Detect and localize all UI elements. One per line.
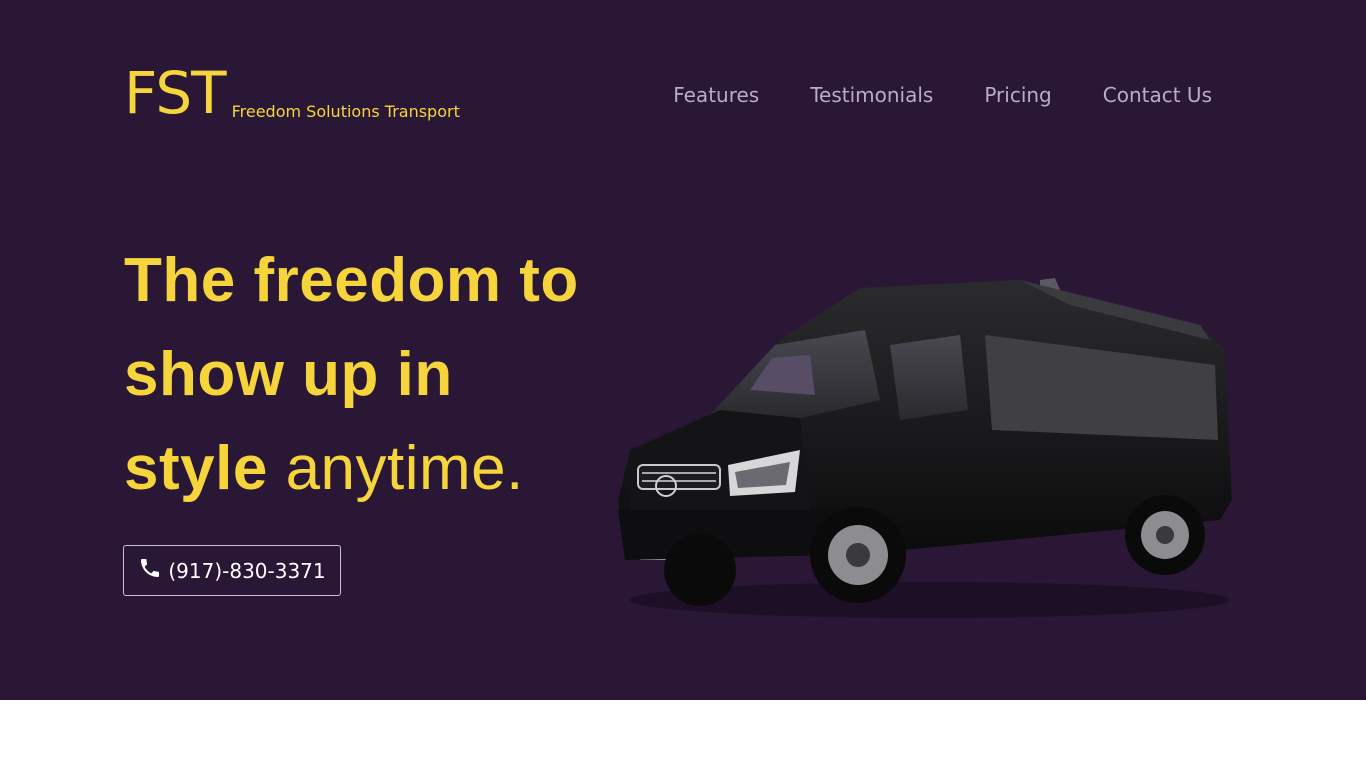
phone-icon (138, 556, 162, 585)
hero-section: FST Freedom Solutions Transport Features… (0, 0, 1366, 700)
below-fold-section (0, 700, 1366, 768)
logo-subtitle: Freedom Solutions Transport (231, 102, 460, 121)
headline-line-2: show up in (124, 340, 453, 409)
logo[interactable]: FST Freedom Solutions Transport (124, 62, 460, 124)
headline-line-3-light: anytime. (285, 434, 524, 503)
phone-number: (917)-830-3371 (168, 558, 326, 583)
nav-link-contact-us[interactable]: Contact Us (1103, 82, 1212, 108)
van-image (600, 270, 1240, 634)
main-nav: Features Testimonials Pricing Contact Us (673, 82, 1212, 108)
nav-link-testimonials[interactable]: Testimonials (810, 82, 933, 108)
nav-link-features[interactable]: Features (673, 82, 759, 108)
headline-line-3-bold: style (124, 434, 268, 503)
nav-link-pricing[interactable]: Pricing (984, 82, 1051, 108)
hero-headline: The freedom to show up in style anytime. (124, 234, 579, 516)
logo-mark: FST (124, 59, 227, 127)
headline-line-1: The freedom to (124, 246, 579, 315)
phone-button[interactable]: (917)-830-3371 (123, 545, 341, 596)
